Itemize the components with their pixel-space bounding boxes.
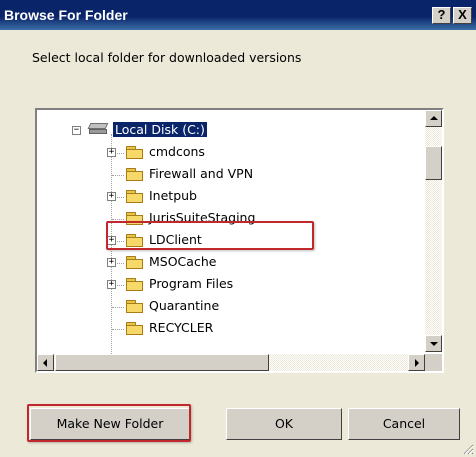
tree-item-folder[interactable]: RECYCLER: [37, 318, 417, 340]
expand-toggle[interactable]: +: [107, 192, 116, 201]
highlight-callout: [106, 221, 314, 250]
scroll-right-button[interactable]: [408, 354, 425, 371]
scroll-left-button[interactable]: [37, 354, 54, 371]
hard-drive-icon: [87, 123, 109, 135]
cancel-button[interactable]: Cancel: [348, 408, 460, 440]
arrow-left-icon: [43, 359, 47, 367]
folder-icon: [126, 146, 144, 160]
tree-item-folder[interactable]: + cmdcons: [37, 142, 417, 164]
tree-item-folder[interactable]: Quarantine: [37, 296, 417, 318]
scroll-thumb[interactable]: [425, 146, 442, 180]
expand-toggle[interactable]: +: [107, 148, 116, 157]
tree-item-folder[interactable]: + MSOCache: [37, 252, 417, 274]
tree-item-folder[interactable]: + Inetpub: [37, 186, 417, 208]
tree-item-label: MSOCache: [149, 254, 217, 269]
ok-button[interactable]: OK: [226, 408, 342, 440]
collapse-toggle[interactable]: −: [72, 126, 81, 135]
vertical-scrollbar[interactable]: [425, 110, 442, 352]
folder-icon: [126, 256, 144, 270]
tree-item-folder[interactable]: Firewall and VPN: [37, 164, 417, 186]
expand-toggle[interactable]: +: [107, 280, 116, 289]
resize-grip-icon[interactable]: [462, 443, 474, 455]
tree-item-label: cmdcons: [149, 144, 205, 159]
title-bar[interactable]: Browse For Folder ? X: [0, 0, 476, 30]
tree-item-label: Inetpub: [149, 188, 197, 203]
highlight-callout: [27, 404, 191, 442]
instruction-text: Select local folder for downloaded versi…: [32, 50, 302, 65]
arrow-down-icon: [430, 342, 438, 346]
folder-icon: [126, 322, 144, 336]
tree-item-folder[interactable]: + Program Files: [37, 274, 417, 296]
help-button[interactable]: ?: [432, 7, 451, 24]
horizontal-scrollbar[interactable]: [37, 354, 425, 371]
expand-toggle[interactable]: +: [107, 258, 116, 267]
tree-item-label: Local Disk (C:): [113, 122, 207, 137]
scroll-corner: [425, 354, 442, 371]
arrow-right-icon: [415, 359, 419, 367]
folder-icon: [126, 300, 144, 314]
arrow-up-icon: [430, 116, 438, 120]
folder-icon: [126, 168, 144, 182]
tree-item-label: Program Files: [149, 276, 234, 291]
scroll-up-button[interactable]: [425, 110, 442, 127]
tree-item-label: RECYCLER: [149, 320, 214, 335]
tree-item-label: Firewall and VPN: [149, 166, 254, 181]
window-title: Browse For Folder: [4, 7, 128, 23]
tree-item-label: Quarantine: [149, 298, 220, 313]
close-button[interactable]: X: [453, 7, 472, 24]
scroll-down-button[interactable]: [425, 335, 442, 352]
folder-icon: [126, 278, 144, 292]
tree-item-local-disk[interactable]: − Local Disk (C:): [37, 120, 417, 142]
folder-icon: [126, 190, 144, 204]
scroll-thumb[interactable]: [55, 354, 269, 371]
